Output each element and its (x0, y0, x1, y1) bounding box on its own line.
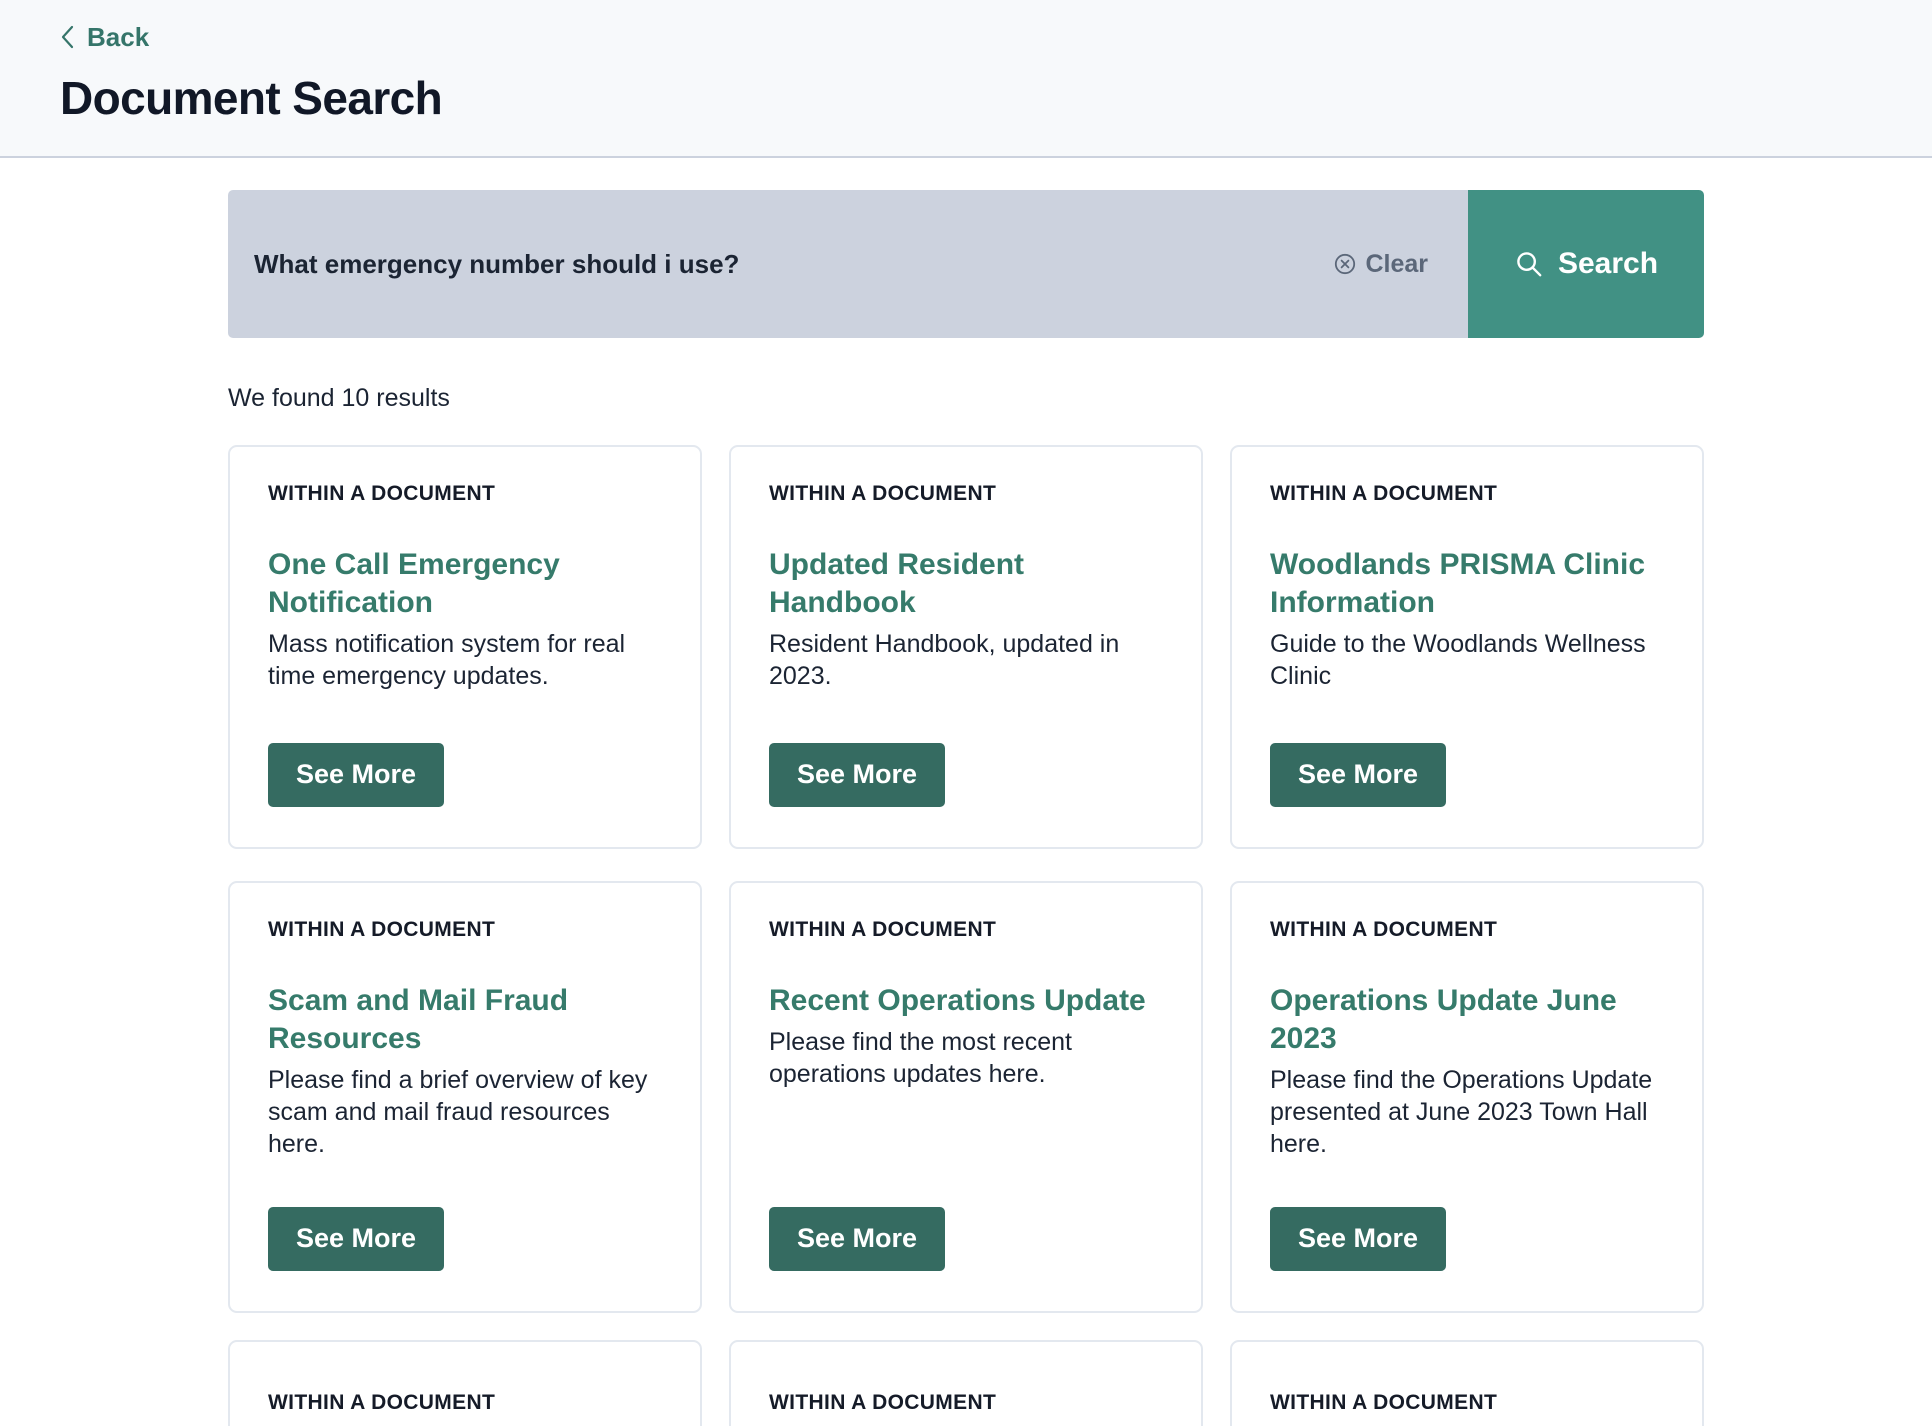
card-spacer (1270, 1160, 1664, 1208)
see-more-button[interactable]: See More (769, 1207, 946, 1271)
card-title-link[interactable]: Recent Operations Update (769, 982, 1163, 1020)
card-kicker: WITHIN A DOCUMENT (1270, 1391, 1498, 1414)
result-card[interactable]: WITHIN A DOCUMENT (729, 1340, 1203, 1426)
clear-label: Clear (1365, 249, 1428, 278)
results-grid-row-1: WITHIN A DOCUMENT One Call Emergency Not… (228, 445, 1704, 849)
card-kicker: WITHIN A DOCUMENT (1270, 918, 1498, 941)
see-more-button[interactable]: See More (268, 1207, 445, 1271)
search-input[interactable] (254, 248, 1327, 280)
card-description: Please find the most recent operations u… (769, 1027, 1072, 1088)
results-grid-row-2: WITHIN A DOCUMENT Scam and Mail Fraud Re… (228, 881, 1704, 1313)
card-spacer (268, 1160, 662, 1208)
search-button[interactable]: Search (1468, 190, 1704, 338)
result-card[interactable]: WITHIN A DOCUMENT Scam and Mail Fraud Re… (228, 881, 702, 1313)
card-description: Please find a brief overview of key scam… (268, 1065, 648, 1158)
back-label: Back (87, 22, 150, 52)
card-kicker: WITHIN A DOCUMENT (769, 482, 997, 505)
card-description: Resident Handbook, updated in 2023. (769, 629, 1120, 690)
main-content: Clear Search We found 10 results WITHIN … (0, 190, 1932, 1426)
card-spacer (1270, 692, 1664, 744)
card-title-link[interactable]: One Call Emergency Notification (268, 546, 662, 622)
result-card[interactable]: WITHIN A DOCUMENT Updated Resident Handb… (729, 445, 1203, 849)
card-kicker: WITHIN A DOCUMENT (769, 918, 997, 941)
results-count: We found 10 results (228, 384, 450, 412)
card-description: Guide to the Woodlands Wellness Clinic (1270, 629, 1646, 690)
search-label: Search (1557, 247, 1659, 280)
page-header: Back Document Search (0, 0, 1932, 158)
card-kicker: WITHIN A DOCUMENT (268, 918, 496, 941)
card-description: Mass notification system for real time e… (268, 629, 626, 690)
card-spacer (769, 1090, 1163, 1207)
result-card[interactable]: WITHIN A DOCUMENT Recent Operations Upda… (729, 881, 1203, 1313)
page-title: Document Search (60, 72, 443, 124)
see-more-button[interactable]: See More (769, 743, 946, 807)
result-card[interactable]: WITHIN A DOCUMENT Woodlands PRISMA Clini… (1230, 445, 1704, 849)
card-title-link[interactable]: Operations Update June 2023 (1270, 982, 1664, 1058)
card-title-link[interactable]: Scam and Mail Fraud Resources (268, 982, 662, 1058)
clear-button[interactable]: Clear (1326, 244, 1444, 285)
search-field-container: Clear (228, 190, 1468, 338)
card-kicker: WITHIN A DOCUMENT (769, 1391, 997, 1414)
card-title-link[interactable]: Woodlands PRISMA Clinic Information (1270, 546, 1664, 622)
see-more-button[interactable]: See More (1270, 743, 1447, 807)
card-kicker: WITHIN A DOCUMENT (268, 482, 496, 505)
back-link[interactable]: Back (60, 24, 149, 50)
result-card[interactable]: WITHIN A DOCUMENT Operations Update June… (1230, 881, 1704, 1313)
see-more-button[interactable]: See More (268, 743, 445, 807)
results-grid-row-3: WITHIN A DOCUMENT WITHIN A DOCUMENT WITH… (228, 1340, 1704, 1426)
card-description: Please find the Operations Update presen… (1270, 1065, 1653, 1158)
result-card[interactable]: WITHIN A DOCUMENT (228, 1340, 702, 1426)
card-kicker: WITHIN A DOCUMENT (1270, 482, 1498, 505)
circle-x-icon (1335, 253, 1356, 275)
card-spacer (769, 692, 1163, 744)
card-kicker: WITHIN A DOCUMENT (268, 1391, 496, 1414)
search-bar: Clear Search (228, 190, 1704, 338)
magnifier-icon (1517, 252, 1542, 277)
card-spacer (268, 692, 662, 744)
card-title-link[interactable]: Updated Resident Handbook (769, 546, 1163, 622)
see-more-button[interactable]: See More (1270, 1207, 1447, 1271)
result-card[interactable]: WITHIN A DOCUMENT One Call Emergency Not… (228, 445, 702, 849)
chevron-left-icon (61, 25, 74, 49)
result-card[interactable]: WITHIN A DOCUMENT (1230, 1340, 1704, 1426)
